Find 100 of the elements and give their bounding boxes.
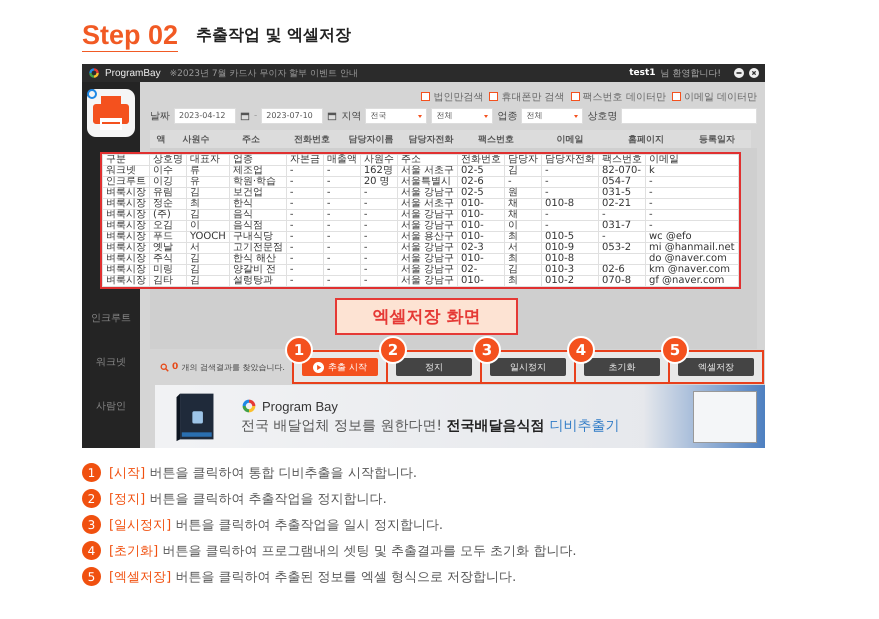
- table-cell: 031-5: [598, 188, 646, 198]
- table-cell: 054-7: [598, 176, 646, 188]
- table-header-cell: 업종: [229, 154, 286, 166]
- table-cell: -: [286, 188, 324, 198]
- table-cell: 김: [504, 264, 542, 276]
- table-cell: -: [323, 176, 360, 188]
- number-badge: 4: [82, 541, 101, 560]
- table-cell: 최: [504, 254, 542, 264]
- action-button[interactable]: 초기화: [584, 358, 660, 376]
- table-cell: -: [542, 166, 598, 176]
- table-header-cell: 담당자전화: [542, 154, 598, 166]
- table-cell: 이깅: [150, 176, 186, 188]
- table-header-cell: 상호명: [150, 154, 186, 166]
- sidebar-item[interactable]: 인크루트: [91, 296, 131, 340]
- table-cell: 워크넷: [102, 166, 150, 176]
- table-cell: -: [286, 210, 324, 220]
- region-label: 지역: [341, 110, 362, 123]
- table-header-cell: 전화번호: [458, 154, 504, 166]
- table-cell: -: [323, 198, 360, 210]
- action-button[interactable]: 정지: [396, 358, 472, 376]
- table-cell: 02-21: [598, 198, 646, 210]
- table-cell: 류: [186, 166, 230, 176]
- column-header[interactable]: 등록일자: [682, 132, 752, 146]
- region-select[interactable]: 전국: [365, 108, 428, 124]
- table-cell: 최: [186, 198, 230, 210]
- table-cell: mi @hanmail.net: [646, 242, 738, 254]
- table-cell: -: [286, 232, 324, 242]
- column-header[interactable]: 액: [150, 132, 172, 146]
- table-cell: -: [504, 176, 542, 188]
- table-cell: -: [598, 232, 646, 242]
- table-header-cell: 이메일: [646, 154, 738, 166]
- table-cell: 070-8: [598, 276, 646, 286]
- table-cell: 학원·학습: [229, 176, 286, 188]
- column-header[interactable]: 홈페이지: [610, 132, 682, 146]
- table-cell: 010-2: [542, 276, 598, 286]
- industry-select[interactable]: 전체: [521, 108, 584, 124]
- action-button[interactable]: 추출 시작: [302, 358, 378, 376]
- step-label: Step 02: [82, 19, 178, 52]
- table-cell: wc @efo: [646, 232, 738, 242]
- table-cell: -: [286, 242, 324, 254]
- table-cell: -: [360, 276, 398, 286]
- table-cell: 010-: [458, 198, 504, 210]
- table-cell: 음식: [229, 210, 286, 220]
- table-cell: 02-6: [458, 176, 504, 188]
- table-cell: 인크루트: [102, 176, 150, 188]
- table-cell: -: [286, 264, 324, 276]
- instruction-text: [정지] 버튼을 클릭하여 추출작업을 정지합니다.: [109, 490, 387, 508]
- table-cell: 서: [504, 242, 542, 254]
- welcome-text: 님 환영합니다!: [660, 68, 721, 80]
- ad-banner[interactable]: Program Bay 전국 배달업체 정보를 원한다면! 전국배달음식점 디비추출기: [155, 385, 765, 448]
- table-cell: 보건업: [229, 188, 286, 198]
- table-cell: 김: [186, 188, 230, 198]
- table-header-cell: 대표자: [186, 154, 230, 166]
- action-button[interactable]: 엑셀저장: [678, 358, 754, 376]
- column-header[interactable]: 사원수: [172, 132, 220, 146]
- instruction-text: [시작] 버튼을 클릭하여 통합 디비추출을 시작합니다.: [109, 464, 417, 482]
- table-header-cell: 자본금: [286, 154, 324, 166]
- number-badge: 2: [82, 489, 101, 508]
- date-field[interactable]: 2023-04-12: [174, 108, 236, 124]
- table-cell: -: [323, 264, 360, 276]
- table-cell: -: [286, 166, 324, 176]
- table-cell: -: [542, 210, 598, 220]
- table-cell: -: [646, 188, 738, 198]
- table-cell: 서울 강남구: [397, 254, 458, 264]
- table-cell: 김: [186, 254, 230, 264]
- table-cell: 이: [504, 220, 542, 232]
- table-cell: 푸드: [150, 232, 186, 242]
- callout-label: 엑셀저장 화면: [335, 298, 518, 335]
- sidebar-item[interactable]: 워크넷: [96, 340, 126, 384]
- table-cell: 02-6: [598, 264, 646, 276]
- table-cell: -: [323, 232, 360, 242]
- table-cell: 010-: [458, 254, 504, 264]
- column-header[interactable]: 주소: [220, 132, 282, 146]
- table-cell: 벼룩시장: [102, 232, 150, 242]
- date-label: 날짜: [150, 110, 170, 123]
- district-select[interactable]: 전체: [431, 108, 494, 124]
- table-cell: 오김: [150, 220, 186, 232]
- column-header[interactable]: 전화번호: [282, 132, 342, 146]
- table-cell: 010-: [458, 220, 504, 232]
- table-cell: 031-7: [598, 220, 646, 232]
- action-button[interactable]: 일시정지: [490, 358, 566, 376]
- table-cell: k: [646, 166, 738, 176]
- table-cell: -: [542, 188, 598, 198]
- table-header-cell: 담당자: [504, 154, 542, 166]
- table-cell: 벼룩시장: [102, 242, 150, 254]
- notice-link[interactable]: ※2023년 7월 카드사 무이자 할부 이벤트 안내: [170, 66, 358, 80]
- date-field[interactable]: 2023-07-10: [261, 108, 324, 124]
- table-cell: 벼룩시장: [102, 210, 150, 220]
- checkbox-label: 이메일 데이터만: [684, 90, 757, 104]
- step-title: 추출작업 및 엑셀저장: [196, 25, 352, 46]
- table-header-cell: 사원수: [360, 154, 398, 166]
- sidebar-item[interactable]: 사람인: [96, 384, 126, 428]
- column-header[interactable]: 이메일: [530, 132, 610, 146]
- number-badge: 3: [82, 515, 101, 534]
- table-cell: 설렁탕과: [229, 276, 286, 286]
- column-header[interactable]: 담당자이름: [342, 132, 400, 146]
- column-header[interactable]: 팩스번호: [462, 132, 530, 146]
- table-cell: 최: [504, 276, 542, 286]
- column-header[interactable]: 담당자전화: [400, 132, 462, 146]
- table-cell: -: [323, 254, 360, 264]
